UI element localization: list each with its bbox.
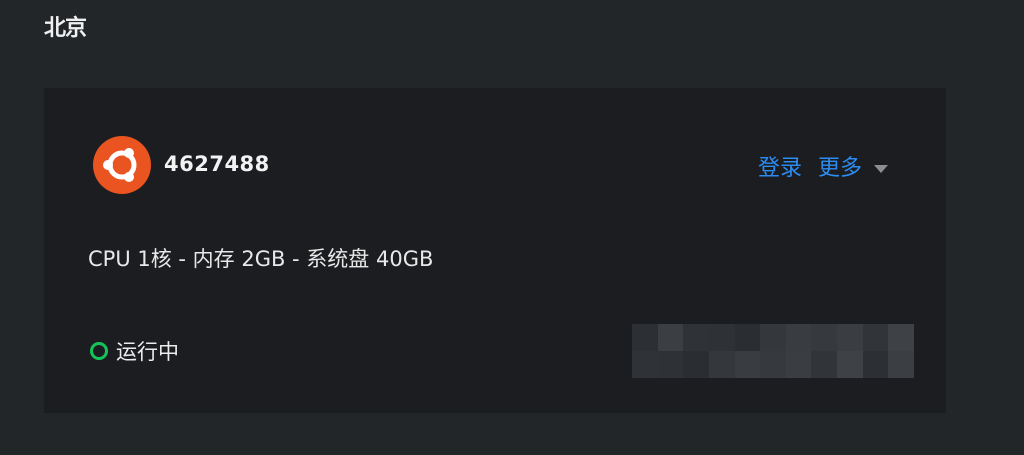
mosaic-cell xyxy=(734,324,761,351)
mosaic-cell xyxy=(862,324,889,351)
mosaic-cell xyxy=(888,351,914,378)
mosaic-cell xyxy=(785,324,812,351)
instance-card: 4627488 登录 更多 CPU 1核 - 内存 2GB - 系统盘 40GB… xyxy=(44,88,946,413)
instance-id[interactable]: 4627488 xyxy=(164,152,270,176)
ubuntu-logo-icon xyxy=(93,136,151,194)
mosaic-cell xyxy=(708,324,735,351)
instance-spec: CPU 1核 - 内存 2GB - 系统盘 40GB xyxy=(88,247,434,271)
mosaic-cell xyxy=(708,351,735,378)
region-title: 北京 xyxy=(44,16,87,41)
mosaic-cell xyxy=(632,324,658,351)
mosaic-cell xyxy=(837,324,863,351)
mosaic-cell xyxy=(862,351,889,378)
mosaic-cell xyxy=(683,351,709,378)
instance-actions: 登录 更多 xyxy=(758,150,888,182)
mosaic-cell xyxy=(811,351,838,378)
caret-down-icon xyxy=(874,165,888,173)
more-dropdown[interactable]: 更多 xyxy=(818,150,888,182)
instance-status: 运行中 xyxy=(90,336,179,366)
mosaic-cell xyxy=(760,324,786,351)
mosaic-cell xyxy=(657,324,684,351)
mosaic-cell xyxy=(657,351,684,378)
login-link[interactable]: 登录 xyxy=(758,150,802,182)
mosaic-cell xyxy=(837,351,863,378)
status-text: 运行中 xyxy=(116,340,179,364)
mosaic-cell xyxy=(760,351,786,378)
mosaic-cell xyxy=(632,351,658,378)
mosaic-cell xyxy=(888,324,914,351)
mosaic-cell xyxy=(785,351,812,378)
redacted-ip-address xyxy=(632,324,914,378)
mosaic-cell xyxy=(811,324,838,351)
status-ring-icon xyxy=(90,342,108,360)
mosaic-cell xyxy=(734,351,761,378)
mosaic-cell xyxy=(683,324,709,351)
more-label: 更多 xyxy=(817,156,862,181)
